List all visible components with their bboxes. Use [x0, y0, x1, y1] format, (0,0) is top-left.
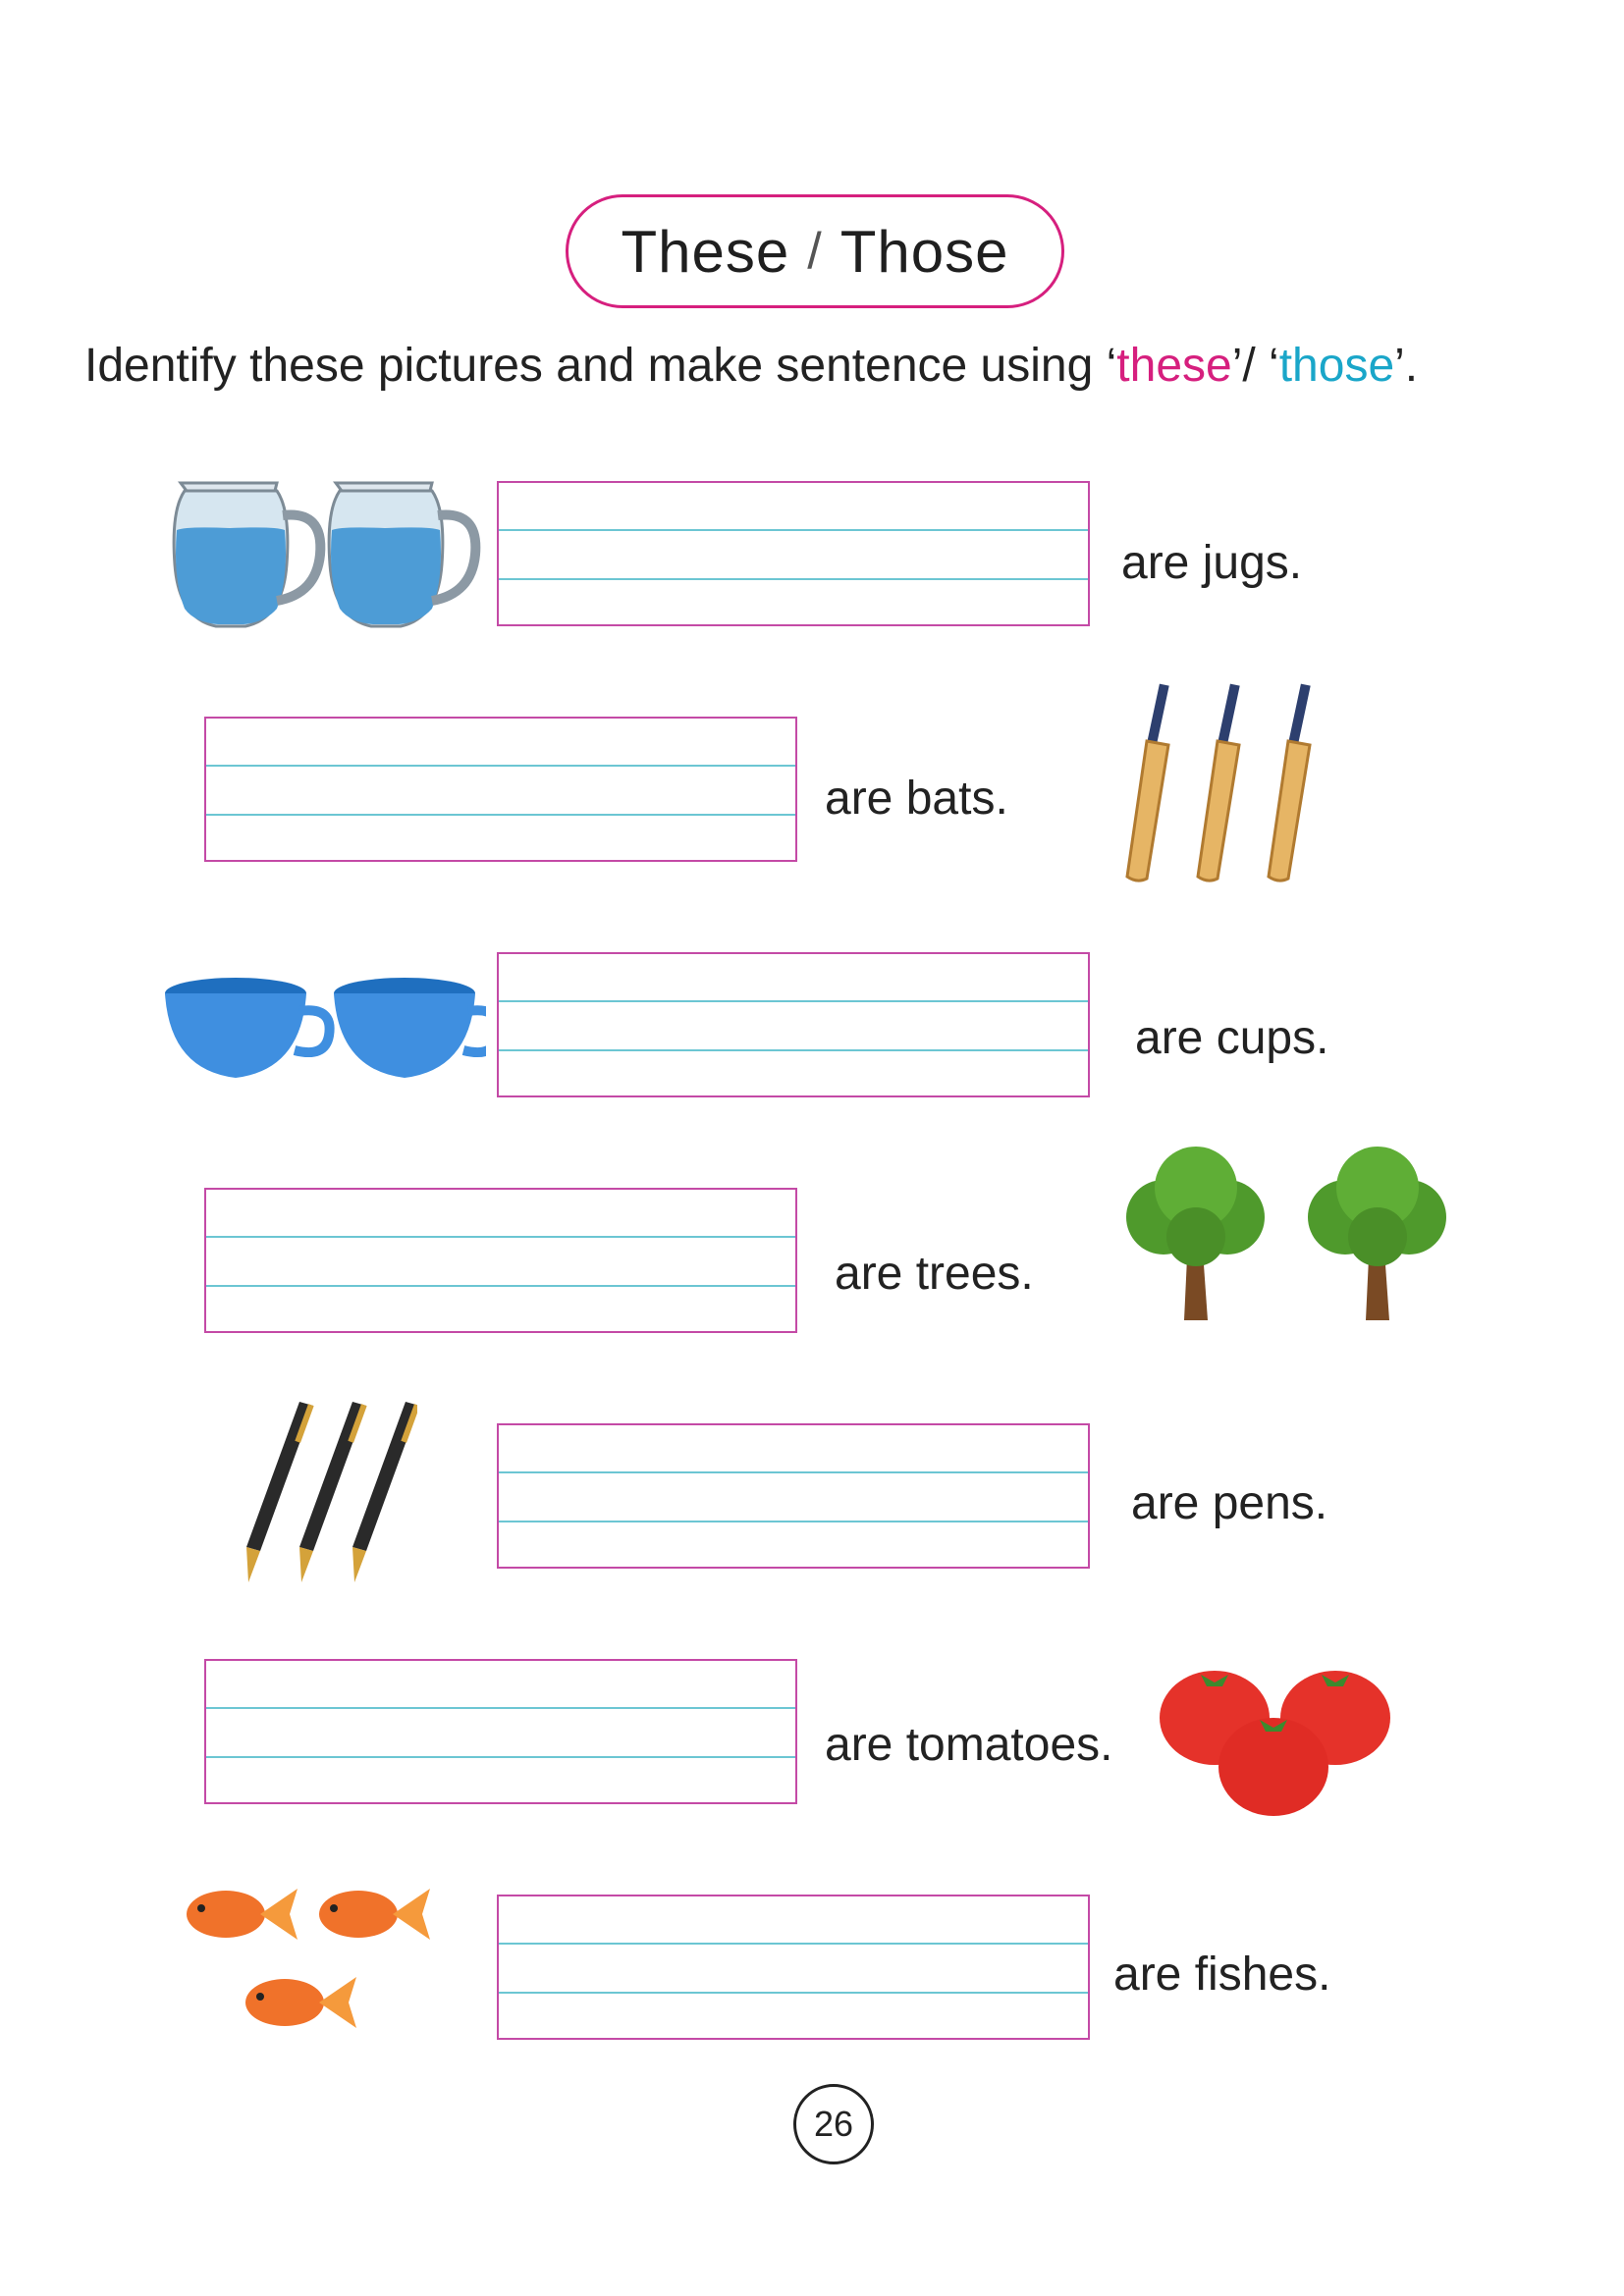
cup-icon [165, 978, 335, 1078]
fishes-picture [187, 1889, 430, 2028]
ruled-line [499, 1943, 1088, 1945]
ruled-line [206, 1707, 795, 1709]
jug-icon [172, 481, 326, 628]
cup-icon [334, 978, 486, 1078]
sentence-bats: are bats. [825, 773, 1008, 825]
sentence-fishes: are fishes. [1113, 1949, 1331, 2001]
cricket-bat-icon [1125, 683, 1170, 882]
ruled-line [499, 1000, 1088, 1002]
ruled-line [499, 1471, 1088, 1473]
sentence-cups: are cups. [1135, 1012, 1329, 1064]
tomatoes-picture [1160, 1671, 1390, 1816]
ruled-line [499, 1521, 1088, 1522]
writing-box-trees[interactable] [204, 1188, 797, 1333]
sentence-trees: are trees. [835, 1248, 1034, 1300]
keyword-those: those [1278, 340, 1395, 392]
sentence-pens: are pens. [1131, 1477, 1328, 1529]
writing-box-fishes[interactable] [497, 1895, 1090, 2040]
tree-icon [1308, 1147, 1446, 1320]
bats-picture [1125, 683, 1312, 882]
ruled-line [499, 578, 1088, 580]
writing-box-jugs[interactable] [497, 481, 1090, 626]
ruled-line [206, 1756, 795, 1758]
jugs-picture [172, 481, 481, 628]
jug-icon [327, 481, 481, 628]
ruled-line [206, 814, 795, 816]
ruled-line [206, 1285, 795, 1287]
instruction-middle: ’/ ‘ [1231, 340, 1279, 392]
cups-picture [165, 978, 486, 1078]
ruled-line [499, 1992, 1088, 1994]
goldfish-icon [245, 1977, 356, 2028]
cricket-bat-icon [1196, 683, 1241, 882]
instruction-suffix: ’. [1394, 340, 1419, 392]
ruled-line [206, 765, 795, 767]
title-separator: / [807, 223, 823, 280]
sentence-jugs: are jugs. [1121, 537, 1303, 589]
instruction-text: Identify these pictures and make sentenc… [84, 339, 1557, 393]
keyword-these: these [1116, 340, 1232, 392]
trees-picture [1126, 1147, 1446, 1320]
writing-box-bats[interactable] [204, 717, 797, 862]
writing-box-pens[interactable] [497, 1423, 1090, 1569]
fountain-pen-icon [352, 1402, 417, 1582]
tree-icon [1126, 1147, 1265, 1320]
goldfish-icon [187, 1889, 298, 1940]
writing-box-cups[interactable] [497, 952, 1090, 1097]
worksheet-title: These / Those [566, 194, 1064, 308]
sentence-tomatoes: are tomatoes. [825, 1719, 1113, 1771]
goldfish-icon [319, 1889, 430, 1940]
writing-box-tomatoes[interactable] [204, 1659, 797, 1804]
title-these: These [621, 218, 790, 285]
ruled-line [206, 1236, 795, 1238]
ruled-line [499, 529, 1088, 531]
cricket-bat-icon [1267, 683, 1312, 882]
pens-picture [246, 1402, 417, 1582]
ruled-line [499, 1049, 1088, 1051]
instruction-prefix: Identify these pictures and make sentenc… [84, 340, 1117, 392]
title-those: Those [839, 218, 1009, 285]
tomato-icon [1218, 1718, 1328, 1816]
page-number: 26 [793, 2084, 874, 2164]
